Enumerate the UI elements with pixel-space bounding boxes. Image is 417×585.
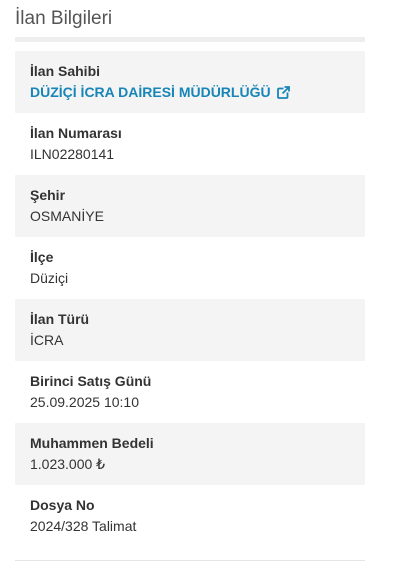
owner-link-text: DÜZİÇİ İCRA DAİRESİ MÜDÜRLÜĞÜ [30, 84, 271, 100]
file-number-value: 2024/328 Talimat [30, 518, 137, 534]
info-row-file-number: Dosya No 2024/328 Talimat [15, 485, 365, 547]
info-row-estimated-value: Muhammen Bedeli 1.023.000 ₺ [15, 423, 365, 485]
external-link-icon [276, 85, 290, 100]
district-value: Düziçi [30, 270, 69, 286]
city-value: OSMANİYE [30, 208, 104, 224]
title-divider [15, 37, 365, 42]
owner-label: İlan Sahibi [30, 63, 101, 79]
estimated-value-label: Muhammen Bedeli [30, 435, 154, 451]
info-row-city: Şehir OSMANİYE [15, 175, 365, 237]
panel-title: İlan Bilgileri [15, 8, 113, 29]
listing-info-list: İlan Sahibi DÜZİÇİ İCRA DAİRESİ MÜDÜRLÜĞ… [15, 51, 365, 547]
first-sale-day-label: Birinci Satış Günü [30, 373, 152, 389]
info-row-listing-type: İlan Türü İCRA [15, 299, 365, 361]
info-row-district: İlçe Düziçi [15, 237, 365, 299]
listing-type-value: İCRA [30, 332, 64, 348]
listing-number-value: ILN02280141 [30, 146, 115, 162]
info-row-first-sale-day: Birinci Satış Günü 25.09.2025 10:10 [15, 361, 365, 423]
info-row-listing-number: İlan Numarası ILN02280141 [15, 113, 365, 175]
city-label: Şehir [30, 187, 66, 203]
info-row-owner: İlan Sahibi DÜZİÇİ İCRA DAİRESİ MÜDÜRLÜĞ… [15, 51, 365, 113]
owner-link[interactable]: DÜZİÇİ İCRA DAİRESİ MÜDÜRLÜĞÜ [30, 84, 290, 101]
listing-number-label: İlan Numarası [30, 125, 122, 141]
district-label: İlçe [30, 249, 54, 265]
first-sale-day-value: 25.09.2025 10:10 [30, 394, 139, 410]
listing-type-label: İlan Türü [30, 311, 90, 327]
estimated-value-value: 1.023.000 ₺ [30, 456, 106, 472]
bottom-divider [15, 560, 365, 561]
file-number-label: Dosya No [30, 497, 95, 513]
